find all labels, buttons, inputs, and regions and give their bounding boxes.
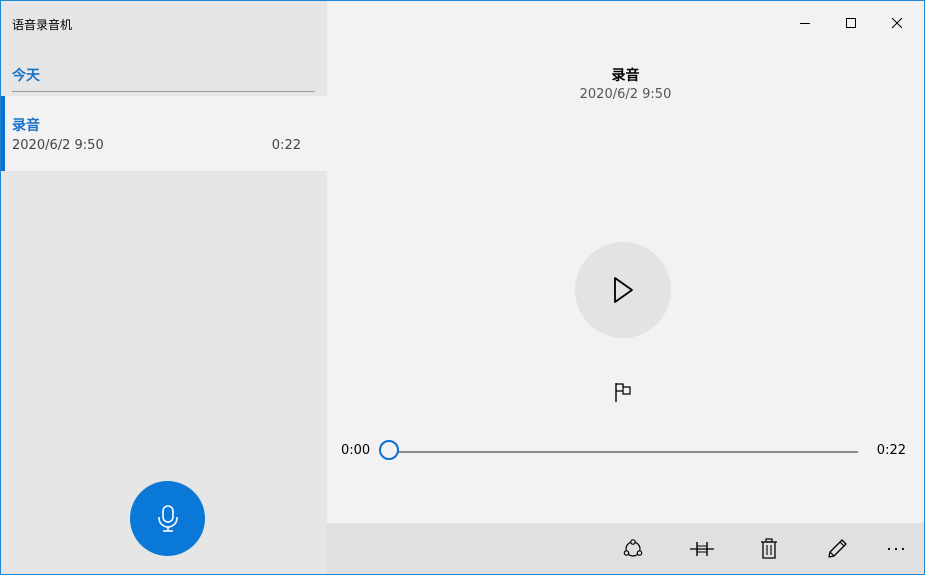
- flag-icon: [615, 383, 631, 402]
- total-time: 0:22: [876, 443, 906, 458]
- close-button[interactable]: [874, 7, 920, 39]
- more-icon: [887, 547, 905, 551]
- command-bar: [327, 523, 924, 574]
- recording-duration: 0:22: [271, 138, 301, 153]
- group-divider: [12, 91, 315, 92]
- rename-button[interactable]: [819, 531, 855, 567]
- recordings-pane: 语音录音机 今天 录音 2020/6/2 9:50 0:22: [1, 1, 327, 574]
- add-marker-button[interactable]: [611, 379, 635, 405]
- rename-icon: [828, 539, 847, 558]
- maximize-button[interactable]: [828, 7, 874, 39]
- microphone-icon: [157, 504, 178, 532]
- voice-recorder-window: 语音录音机 今天 录音 2020/6/2 9:50 0:22 录音 2020/6…: [0, 0, 925, 575]
- delete-icon: [761, 538, 777, 559]
- close-icon: [891, 17, 903, 29]
- recording-name: 录音: [12, 118, 40, 134]
- group-header-today: 今天: [12, 68, 40, 84]
- share-icon: [623, 539, 643, 557]
- recording-date: 2020/6/2 9:50: [12, 138, 104, 153]
- play-icon: [614, 277, 633, 303]
- play-button[interactable]: [575, 242, 671, 338]
- current-time: 0:00: [341, 443, 371, 458]
- app-title: 语音录音机: [12, 18, 73, 32]
- delete-button[interactable]: [751, 531, 787, 567]
- minimize-button[interactable]: [782, 7, 828, 39]
- maximize-icon: [846, 18, 856, 28]
- recording-title: 录音: [611, 68, 640, 84]
- share-button[interactable]: [615, 531, 651, 567]
- trim-button[interactable]: [684, 531, 720, 567]
- selection-indicator: [1, 96, 5, 171]
- playback-pane: 录音 2020/6/2 9:50 0:00 0:22: [327, 1, 924, 574]
- record-button[interactable]: [130, 481, 205, 556]
- trim-icon: [690, 542, 714, 556]
- recording-list-item[interactable]: 录音 2020/6/2 9:50 0:22: [1, 96, 327, 171]
- seek-bar[interactable]: [389, 451, 858, 453]
- recording-timestamp: 2020/6/2 9:50: [579, 87, 672, 102]
- more-options-button[interactable]: [878, 531, 914, 567]
- seek-thumb[interactable]: [379, 440, 399, 460]
- minimize-icon: [800, 23, 810, 24]
